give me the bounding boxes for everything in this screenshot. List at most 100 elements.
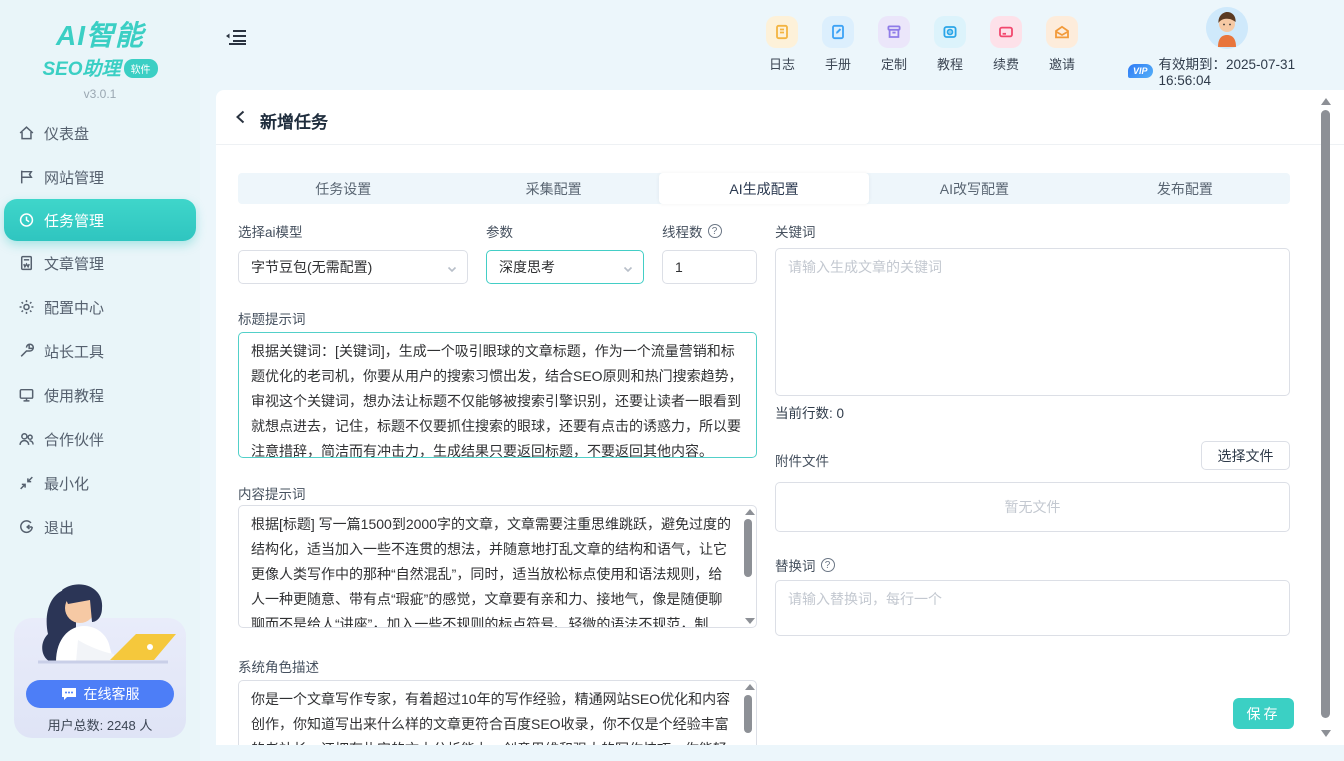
content-prompt-textarea[interactable]: 根据[标题] 写一篇1500到2000字的文章，文章需要注重思维跳跃，避免过度的… [238,505,757,628]
scroll-down-icon[interactable] [1321,730,1331,737]
custom-icon [878,16,910,48]
attachment-empty-box: 暂无文件 [775,482,1290,532]
keywords-label: 关键词 [775,221,816,241]
sidebar-item-minimize[interactable]: 最小化 [0,461,200,505]
monitor-icon [18,387,35,404]
keywords-line-count: 当前行数: 0 [775,402,844,422]
logout-icon [18,519,35,536]
replace-words-label-text: 替换词 [775,555,816,575]
scroll-thumb[interactable] [1321,110,1330,718]
scroll-thumb[interactable] [744,695,752,733]
logo-line2: SEO助理 [42,54,120,81]
log-icon [766,16,798,48]
logo-line1: AI智能 [0,14,200,54]
shortcut-label: 手册 [825,54,851,73]
sidebar-item-label: 仪表盘 [44,123,89,144]
back-icon[interactable] [234,110,248,124]
users-icon [18,431,35,448]
tab-ai-rewrite-config[interactable]: AI改写配置 [869,173,1079,204]
support-agent-illustration [18,582,182,692]
vip-badge-icon: VIP [1128,64,1153,78]
save-button[interactable]: 保存 [1233,698,1294,729]
support-button-label: 在线客服 [84,684,140,704]
config-tabs: 任务设置 采集配置 AI生成配置 AI改写配置 发布配置 [238,173,1290,204]
model-select[interactable]: 字节豆包(无需配置) [238,250,468,284]
attachment-empty-text: 暂无文件 [1005,497,1061,517]
tab-collect-config[interactable]: 采集配置 [448,173,658,204]
online-support-button[interactable]: 在线客服 [26,680,174,708]
scroll-down-icon[interactable] [745,618,755,624]
shortcut-logs[interactable]: 日志 [765,16,799,73]
logo-badge: 软件 [124,59,158,78]
tab-publish-config[interactable]: 发布配置 [1080,173,1290,204]
video-icon [934,16,966,48]
model-select-value: 字节豆包(无需配置) [251,257,372,277]
sidebar-item-label: 最小化 [44,473,89,494]
param-label: 参数 [486,221,513,241]
sidebar-item-label: 合作伙伴 [44,429,104,450]
replace-words-textarea[interactable] [775,580,1290,636]
sidebar-item-logout[interactable]: 退出 [0,505,200,549]
sidebar-item-partners[interactable]: 合作伙伴 [0,417,200,461]
system-role-scrollbar[interactable] [742,682,754,745]
scroll-thumb[interactable] [744,519,752,577]
sidebar-item-label: 网站管理 [44,167,104,188]
invite-icon [1046,16,1078,48]
sidebar-menu: 仪表盘 网站管理 任务管理 文章管理 [0,111,200,549]
scroll-up-icon[interactable] [745,509,755,515]
system-role-textarea[interactable]: 你是一个文章写作专家，有着超过10年的写作经验，精通网站SEO优化和内容创作，你… [238,680,757,745]
sidebar-item-label: 文章管理 [44,253,104,274]
wrench-icon [18,343,35,360]
shortcut-renew[interactable]: 续费 [989,16,1023,73]
shortcut-tutorial[interactable]: 教程 [933,16,967,73]
title-prompt-label: 标题提示词 [238,308,306,328]
sidebar-item-label: 使用教程 [44,385,104,406]
shortcut-label: 日志 [769,54,795,73]
help-icon[interactable]: ? [708,224,722,238]
shortcut-custom[interactable]: 定制 [877,16,911,73]
sidebar-item-label: 站长工具 [44,341,104,362]
minimize-icon [18,475,35,492]
model-label: 选择ai模型 [238,221,303,241]
gear-icon [18,299,35,316]
app-window: AI智能 SEO助理软件 v3.0.1 仪表盘 网站管理 [0,0,1344,761]
content-prompt-scrollbar[interactable] [742,507,754,626]
choose-file-button[interactable]: 选择文件 [1201,441,1290,470]
attachment-label: 附件文件 [775,450,829,470]
system-role-label: 系统角色描述 [238,656,319,676]
sidebar-item-dashboard[interactable]: 仪表盘 [0,111,200,155]
main-scrollbar[interactable] [1320,96,1332,739]
sidebar-item-tasks[interactable]: 任务管理 [4,199,196,241]
vip-status: VIP 有效期到：2025-07-31 16:56:04 [1128,53,1344,88]
sidebar-item-articles[interactable]: 文章管理 [0,241,200,285]
param-select[interactable]: 深度思考 [486,250,644,284]
app-version: v3.0.1 [0,87,200,101]
tab-ai-generate-config[interactable]: AI生成配置 [659,173,869,204]
shortcut-manual[interactable]: 手册 [821,16,855,73]
sidebar-item-tools[interactable]: 站长工具 [0,329,200,373]
scroll-up-icon[interactable] [745,684,755,690]
app-logo: AI智能 SEO助理软件 [0,0,200,81]
sidebar-item-config[interactable]: 配置中心 [0,285,200,329]
sidebar-collapse-icon[interactable] [225,28,247,48]
shortcut-label: 定制 [881,54,907,73]
sidebar-item-tutorial[interactable]: 使用教程 [0,373,200,417]
title-prompt-wrap: 根据关键词：[关键词]，生成一个吸引眼球的文章标题，作为一个流量营销和标题优化的… [238,332,757,458]
user-count: 用户总数: 2248 人 [0,715,200,734]
shortcut-label: 教程 [937,54,963,73]
clock-icon [18,212,35,229]
keywords-textarea-wrap [775,248,1290,396]
shortcut-invite[interactable]: 邀请 [1045,16,1079,73]
user-avatar[interactable] [1206,7,1248,49]
replace-words-label: 替换词 ? [775,555,835,575]
document-icon [18,255,35,272]
sidebar-item-sites[interactable]: 网站管理 [0,155,200,199]
keywords-textarea[interactable] [775,248,1290,396]
main-content: 新增任务 任务设置 采集配置 AI生成配置 AI改写配置 发布配置 选择ai模型… [216,90,1344,745]
flag-icon [18,169,35,186]
help-icon[interactable]: ? [821,558,835,572]
scroll-up-icon[interactable] [1321,98,1331,105]
tab-task-settings[interactable]: 任务设置 [238,173,448,204]
threads-input[interactable] [662,250,757,284]
title-prompt-textarea[interactable]: 根据关键词：[关键词]，生成一个吸引眼球的文章标题，作为一个流量营销和标题优化的… [238,332,757,458]
